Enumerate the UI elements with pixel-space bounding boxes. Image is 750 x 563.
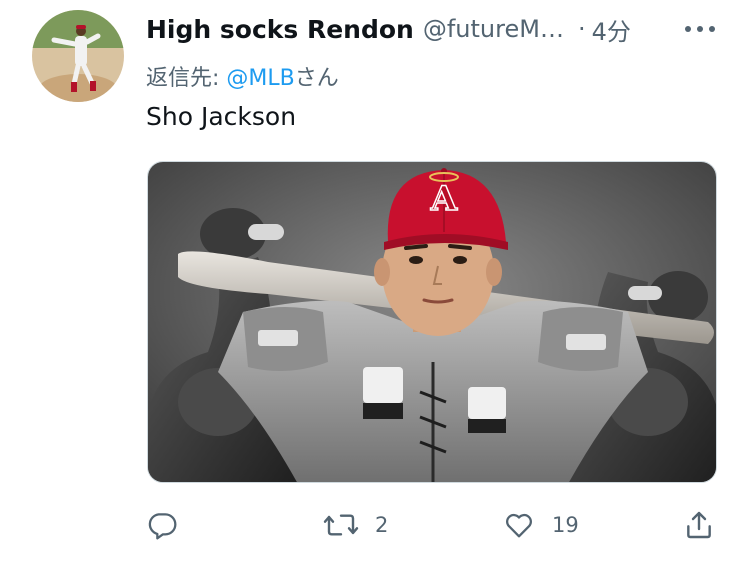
like-count: 19 <box>552 513 579 537</box>
reply-prefix: 返信先: <box>146 66 227 91</box>
reply-suffix: さん <box>294 66 339 91</box>
reply-icon <box>148 513 177 540</box>
tweet: High socks Rendon @futureM… · 4分 返信先: @M… <box>0 0 750 563</box>
tweet-media-photo[interactable]: A <box>147 161 717 483</box>
header-separator: · <box>577 15 586 43</box>
reply-context: 返信先: @MLBさん <box>146 60 339 92</box>
share-icon <box>687 511 711 539</box>
tweet-action-bar: 2 19 <box>0 500 750 550</box>
heart-icon <box>506 513 532 538</box>
cap-logo: A <box>430 179 458 219</box>
more-options-button[interactable] <box>680 16 720 42</box>
share-button[interactable] <box>683 508 715 542</box>
like-button[interactable]: 19 <box>502 508 579 542</box>
author-display-name[interactable]: High socks Rendon <box>146 15 414 44</box>
more-icon <box>685 26 715 32</box>
reply-mention-link[interactable]: @MLB <box>226 66 294 91</box>
photo-image: A <box>148 162 716 482</box>
tweet-timestamp[interactable]: 4分 <box>592 12 631 47</box>
baseball-player-avatar-icon <box>32 10 124 102</box>
author-avatar[interactable] <box>32 10 124 102</box>
author-handle[interactable]: @futureM… <box>423 15 564 43</box>
retweet-count: 2 <box>375 513 389 537</box>
reply-button[interactable] <box>146 508 178 542</box>
retweet-icon <box>323 514 359 536</box>
tweet-header: High socks Rendon @futureM… · 4分 <box>146 12 706 46</box>
tweet-text: Sho Jackson <box>146 102 297 131</box>
retweet-button[interactable]: 2 <box>323 508 388 542</box>
